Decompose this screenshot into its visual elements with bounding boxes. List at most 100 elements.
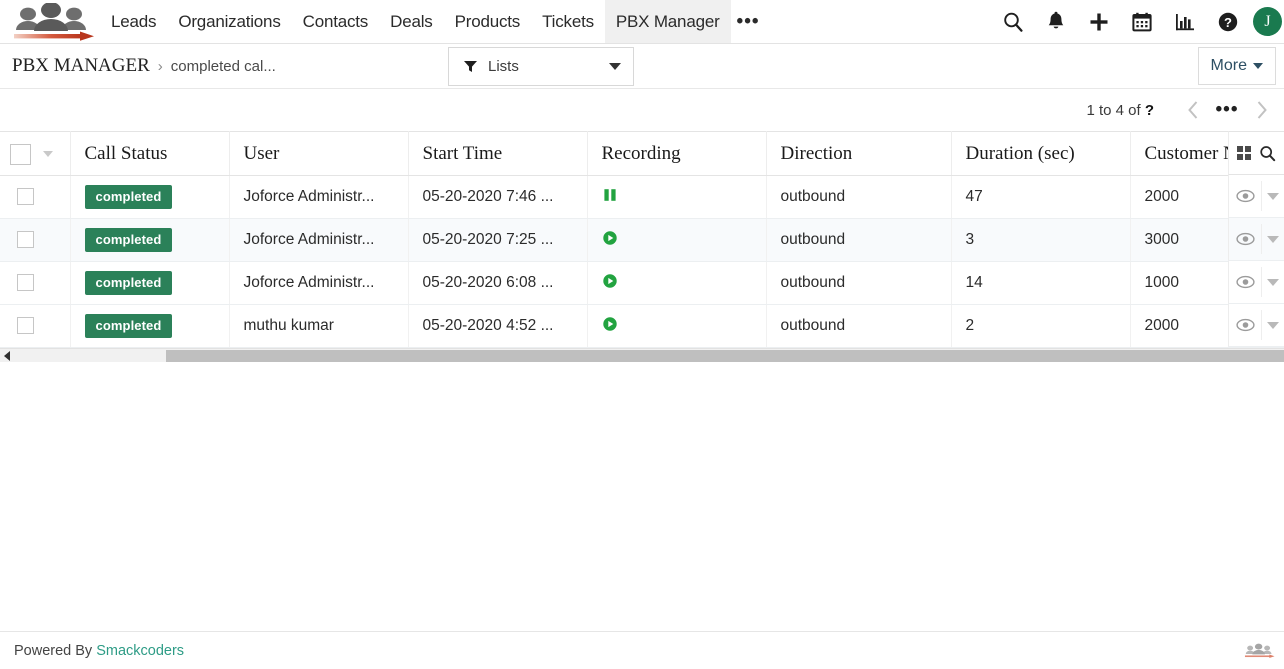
- column-header-start-time[interactable]: Start Time: [408, 132, 587, 176]
- nav-item-products[interactable]: Products: [444, 0, 532, 43]
- row-select-cell: [0, 305, 70, 348]
- footer-credit: Powered By Smackcoders: [0, 643, 184, 659]
- cell-start-time: 05-20-2020 4:52 ...: [408, 305, 587, 348]
- analytics-icon[interactable]: [1163, 0, 1206, 44]
- row-select-cell: [0, 176, 70, 219]
- chevron-down-icon: [1267, 193, 1279, 200]
- pagination-prev-button[interactable]: [1176, 94, 1210, 126]
- nav-item-tickets[interactable]: Tickets: [531, 0, 605, 43]
- table-header-row: Call Status User Start Time Recording Di…: [0, 132, 1284, 176]
- lists-filter-label: Lists: [488, 58, 519, 75]
- status-badge: completed: [85, 185, 173, 209]
- row-checkbox[interactable]: [17, 317, 34, 334]
- main-menu: Leads Organizations Contacts Deals Produ…: [100, 0, 770, 43]
- view-eye-icon[interactable]: [1230, 224, 1262, 254]
- row-checkbox[interactable]: [17, 274, 34, 291]
- status-badge: completed: [85, 271, 173, 295]
- search-icon[interactable]: [1259, 145, 1276, 162]
- breadcrumb-module-link[interactable]: PBX MANAGER: [0, 55, 150, 77]
- table-row[interactable]: completed Joforce Administr... 05-20-202…: [0, 262, 1284, 305]
- column-header-direction[interactable]: Direction: [766, 132, 951, 176]
- nav-label: PBX Manager: [616, 12, 720, 32]
- cell-call-status: completed: [70, 262, 229, 305]
- view-eye-icon[interactable]: [1230, 310, 1262, 340]
- bell-icon[interactable]: [1034, 0, 1077, 44]
- column-header-user[interactable]: User: [229, 132, 408, 176]
- row-dropdown-caret[interactable]: [1262, 181, 1284, 211]
- select-all-dropdown-icon[interactable]: [43, 151, 53, 157]
- pbx-manager-page: Leads Organizations Contacts Deals Produ…: [0, 0, 1284, 669]
- cell-recording: [587, 305, 766, 348]
- help-icon[interactable]: ?: [1206, 0, 1249, 44]
- cell-duration: 2: [951, 305, 1130, 348]
- people-arrow-logo-icon: [1242, 634, 1276, 668]
- app-logo[interactable]: [0, 0, 100, 43]
- play-icon[interactable]: [602, 273, 618, 294]
- call-records-table-wrapper: Call Status User Start Time Recording Di…: [0, 131, 1284, 348]
- cell-call-status: completed: [70, 305, 229, 348]
- cell-user: Joforce Administr...: [229, 219, 408, 262]
- cell-duration: 3: [951, 219, 1130, 262]
- lists-filter-dropdown[interactable]: Lists: [448, 47, 634, 86]
- nav-label: Leads: [111, 12, 156, 32]
- nav-label: Contacts: [303, 12, 369, 32]
- nav-item-deals[interactable]: Deals: [379, 0, 443, 43]
- footer-powered-by-label: Powered By: [14, 643, 92, 659]
- table-row[interactable]: completed Joforce Administr... 05-20-202…: [0, 176, 1284, 219]
- calendar-icon[interactable]: [1120, 0, 1163, 44]
- nav-item-organizations[interactable]: Organizations: [167, 0, 291, 43]
- row-checkbox[interactable]: [17, 231, 34, 248]
- column-grid-icon[interactable]: [1237, 146, 1251, 160]
- row-checkbox[interactable]: [17, 188, 34, 205]
- play-icon[interactable]: [602, 316, 618, 337]
- scrollbar-thumb[interactable]: [166, 350, 1284, 362]
- view-eye-icon[interactable]: [1230, 267, 1262, 297]
- row-actions: [1228, 304, 1284, 347]
- column-header-duration[interactable]: Duration (sec): [951, 132, 1130, 176]
- footer-logo: [1242, 634, 1276, 669]
- cell-call-status: completed: [70, 176, 229, 219]
- page-footer: Powered By Smackcoders: [0, 631, 1284, 669]
- search-icon[interactable]: [991, 0, 1034, 44]
- table-row[interactable]: completed Joforce Administr... 05-20-202…: [0, 219, 1284, 262]
- footer-brand-link[interactable]: Smackcoders: [96, 643, 184, 659]
- cell-direction: outbound: [766, 262, 951, 305]
- pause-icon[interactable]: [602, 187, 618, 208]
- select-all-checkbox[interactable]: [10, 144, 31, 165]
- row-select-cell: [0, 262, 70, 305]
- view-eye-icon[interactable]: [1230, 181, 1262, 211]
- nav-item-contacts[interactable]: Contacts: [292, 0, 380, 43]
- column-header-call-status[interactable]: Call Status: [70, 132, 229, 176]
- breadcrumb-separator-icon: ›: [150, 58, 171, 75]
- row-dropdown-caret[interactable]: [1262, 224, 1284, 254]
- chevron-down-icon: [609, 63, 621, 70]
- select-all-column: [0, 132, 70, 176]
- nav-overflow-menu-icon[interactable]: •••: [731, 0, 770, 43]
- table-header-tools: [1228, 131, 1284, 175]
- cell-duration: 47: [951, 176, 1130, 219]
- funnel-icon: [463, 59, 478, 74]
- cell-user: muthu kumar: [229, 305, 408, 348]
- nav-item-leads[interactable]: Leads: [100, 0, 167, 43]
- table-row[interactable]: completed muthu kumar 05-20-2020 4:52 ..…: [0, 305, 1284, 348]
- pagination-overflow-button[interactable]: •••: [1210, 94, 1244, 126]
- row-dropdown-caret[interactable]: [1262, 310, 1284, 340]
- breadcrumb-bar: PBX MANAGER › completed cal... Lists Mor…: [0, 44, 1284, 89]
- scroll-left-arrow-icon[interactable]: [4, 351, 10, 361]
- nav-label: Organizations: [178, 12, 280, 32]
- status-badge: completed: [85, 228, 173, 252]
- cell-direction: outbound: [766, 219, 951, 262]
- plus-icon[interactable]: [1077, 0, 1120, 44]
- nav-label: Products: [455, 12, 521, 32]
- column-header-recording[interactable]: Recording: [587, 132, 766, 176]
- cell-recording: [587, 262, 766, 305]
- nav-item-pbx-manager[interactable]: PBX Manager: [605, 0, 731, 43]
- pagination-next-button[interactable]: [1244, 94, 1278, 126]
- cell-call-status: completed: [70, 219, 229, 262]
- row-dropdown-caret[interactable]: [1262, 267, 1284, 297]
- user-avatar[interactable]: J: [1253, 7, 1282, 36]
- more-button[interactable]: More: [1198, 47, 1276, 85]
- play-icon[interactable]: [602, 230, 618, 251]
- table-horizontal-scrollbar[interactable]: [0, 348, 1284, 362]
- cell-direction: outbound: [766, 176, 951, 219]
